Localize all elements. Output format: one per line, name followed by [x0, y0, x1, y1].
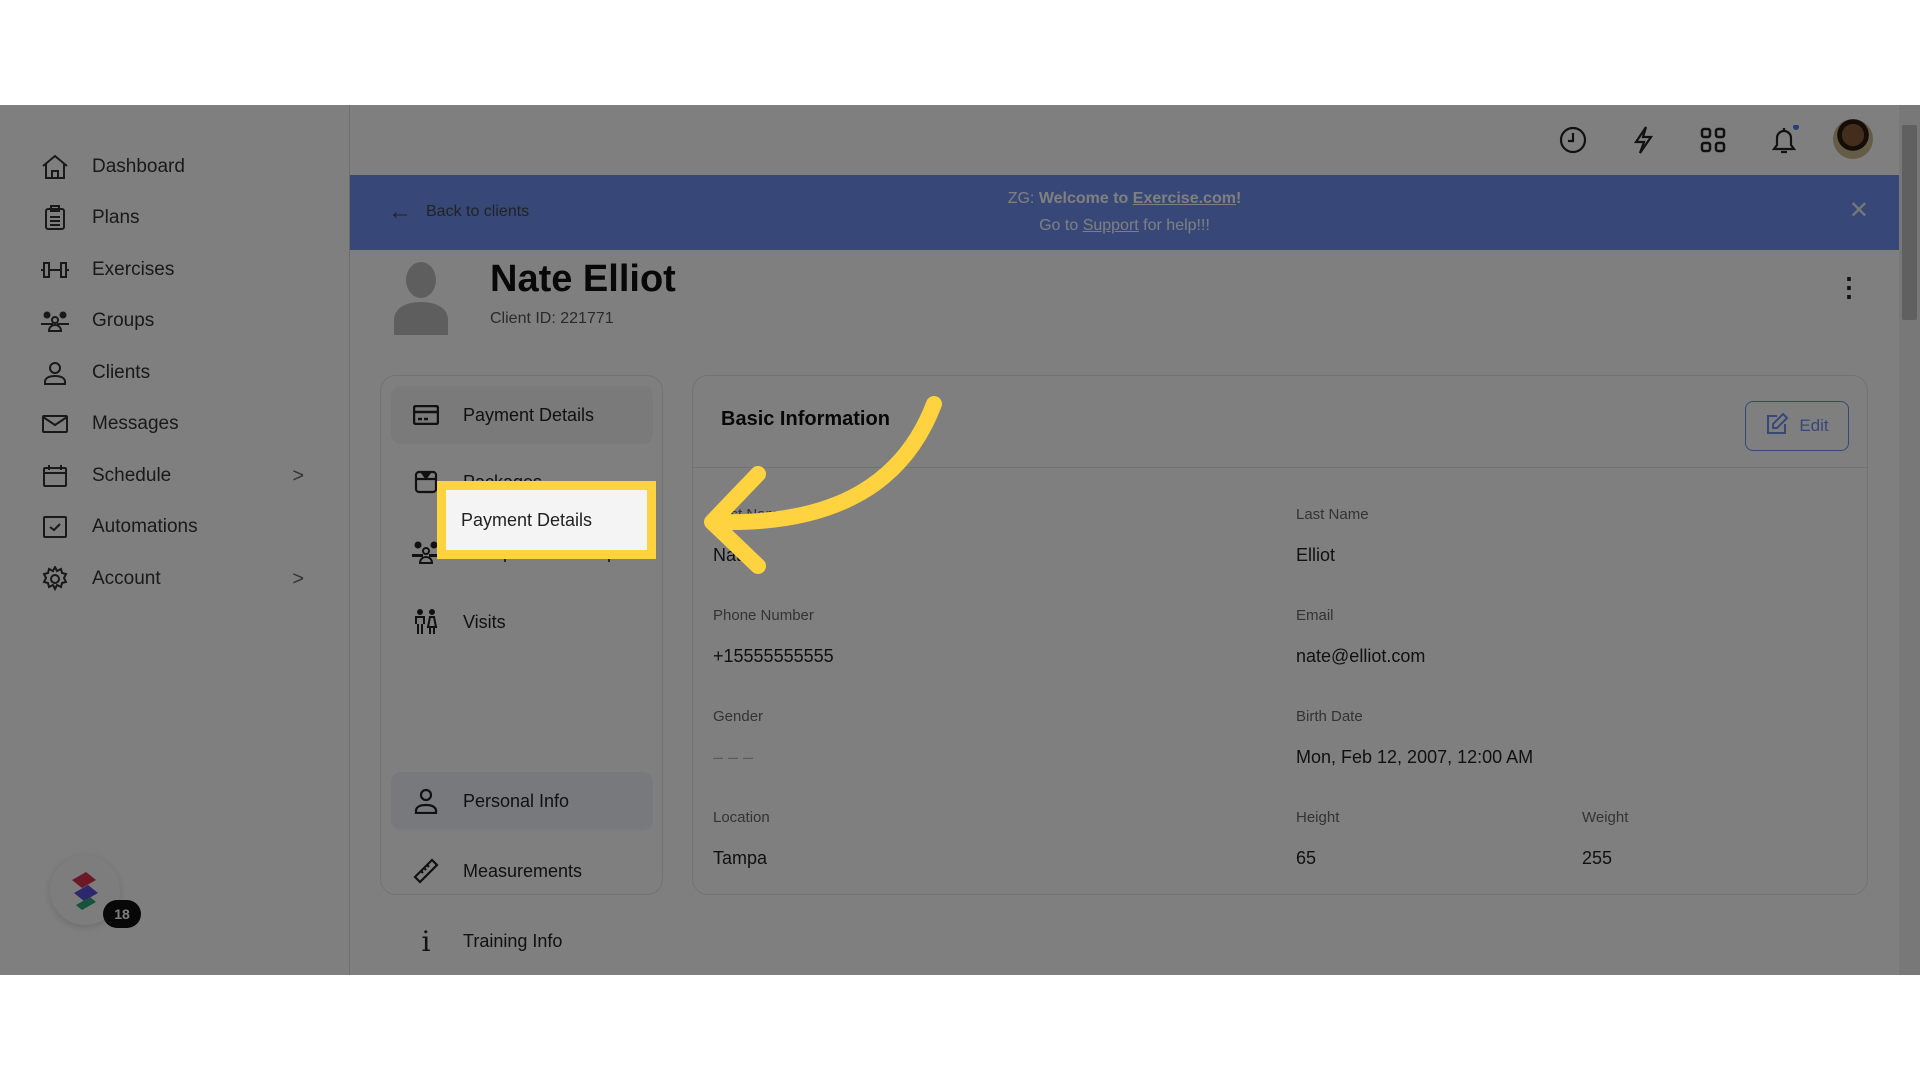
highlighted-payment-details-tab[interactable]: Payment Details: [437, 481, 656, 559]
tutorial-dim-overlay: [0, 105, 1920, 975]
